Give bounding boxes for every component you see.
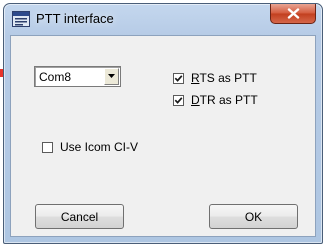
use-icom-civ-label: Use Icom CI-V xyxy=(60,140,139,154)
app-window-icon xyxy=(12,11,30,27)
window-title: PTT interface xyxy=(36,11,114,26)
screen: PTT interface Com8 RTS as PTT DTR as PTT… xyxy=(0,0,329,247)
checkmark-icon xyxy=(174,96,183,104)
cancel-button[interactable]: Cancel xyxy=(35,204,124,229)
dtr-checkbox-box[interactable] xyxy=(173,94,184,106)
close-button[interactable] xyxy=(270,4,316,24)
com-port-dropdown-button[interactable] xyxy=(104,68,119,85)
use-icom-civ-checkbox[interactable]: Use Icom CI-V xyxy=(42,140,138,154)
chevron-down-icon xyxy=(108,74,115,78)
rts-as-ptt-label: RTS as PTT xyxy=(191,71,257,85)
com-port-value: Com8 xyxy=(39,70,72,84)
rts-checkbox-box[interactable] xyxy=(173,72,184,84)
checkmark-icon xyxy=(174,74,183,82)
dtr-accelerator-key: D xyxy=(191,93,200,107)
dtr-as-ptt-checkbox[interactable]: DTR as PTT xyxy=(173,93,258,107)
dialog-body: Com8 RTS as PTT DTR as PTT Use Icom CI-V… xyxy=(10,35,316,237)
ptt-interface-dialog: PTT interface Com8 RTS as PTT DTR as PTT… xyxy=(3,3,323,244)
rts-as-ptt-checkbox[interactable]: RTS as PTT xyxy=(173,71,257,85)
rts-label-rest: TS as PTT xyxy=(199,71,257,85)
ok-button[interactable]: OK xyxy=(209,204,298,229)
dtr-as-ptt-label: DTR as PTT xyxy=(191,93,258,107)
dtr-label-rest: TR as PTT xyxy=(199,93,258,107)
title-bar[interactable]: PTT interface xyxy=(4,4,322,34)
icom-checkbox-box[interactable] xyxy=(42,141,53,153)
com-port-select[interactable]: Com8 xyxy=(34,66,121,87)
close-icon xyxy=(287,8,300,19)
